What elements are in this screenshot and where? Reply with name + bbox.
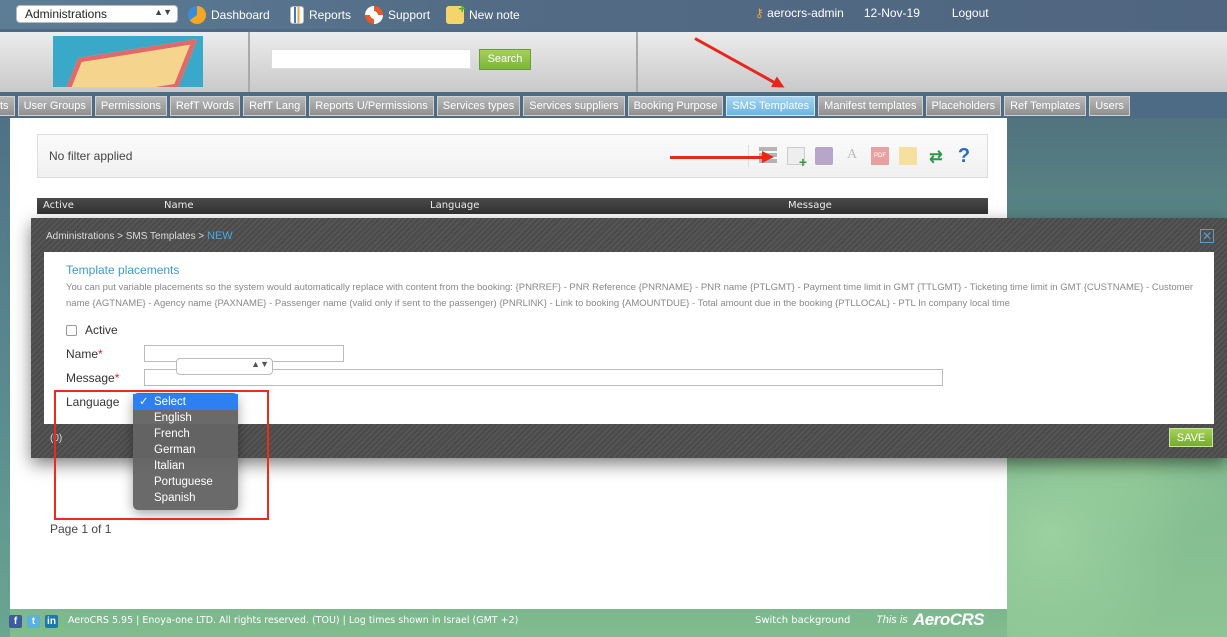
nav-new-note-label: New note — [469, 8, 520, 22]
active-checkbox[interactable] — [66, 325, 77, 337]
annotation-arrow-add — [670, 151, 774, 163]
tab-services-suppliers[interactable]: Services suppliers — [523, 96, 625, 116]
tab-ref-templates[interactable]: Ref Templates — [1004, 96, 1087, 116]
nav-dashboard[interactable]: Dashboard — [188, 6, 270, 24]
nav-support[interactable]: Support — [365, 6, 430, 24]
footer: f t in AeroCRS 5.95 | Enoya-one LTD. All… — [0, 610, 1227, 634]
filter-status: No filter applied — [49, 149, 133, 163]
column-language[interactable]: Language — [430, 198, 479, 214]
search-button[interactable]: Search — [479, 49, 531, 70]
username: aerocrs-admin — [767, 6, 844, 20]
module-select[interactable]: Administrations ▲▼ — [16, 5, 178, 23]
language-select[interactable]: ▲▼ — [176, 358, 273, 375]
name-label-row: Name* — [66, 347, 103, 361]
module-select-value: Administrations — [25, 7, 108, 21]
placements-description: You can put variable placements so the s… — [66, 282, 1194, 309]
column-name[interactable]: Name — [164, 198, 194, 214]
user-link[interactable]: ⚷ aerocrs-admin — [755, 6, 844, 20]
nav-new-note[interactable]: New note — [446, 1, 520, 24]
support-icon — [365, 6, 383, 24]
new-note-icon — [446, 1, 466, 24]
tab-reft-words[interactable]: RefT Words — [169, 96, 241, 116]
header: Search — [0, 32, 1227, 92]
nav-dashboard-label: Dashboard — [211, 8, 270, 22]
annotation-highlight-box — [54, 390, 269, 520]
breadcrumb-current: NEW — [207, 230, 233, 242]
current-date: 12-Nov-19 — [863, 6, 920, 20]
tab-services-types[interactable]: Services types — [436, 96, 521, 116]
tab-booking-purpose[interactable]: Booking Purpose — [627, 96, 724, 116]
tab-users[interactable]: Users — [1089, 96, 1130, 116]
select-arrows-icon: ▲▼ — [154, 7, 172, 17]
page-background-left — [0, 118, 10, 637]
search-area: Search — [250, 32, 638, 92]
footer-info: AeroCRS 5.95 | Enoya-one LTD. All rights… — [68, 615, 519, 626]
help-icon[interactable]: ? — [955, 146, 973, 166]
tab-sms-templates[interactable]: SMS Templates — [726, 96, 816, 116]
tab-permissions[interactable]: Permissions — [94, 96, 167, 116]
aerocrs-logo: AeroCRS — [913, 610, 985, 629]
required-mark: * — [114, 371, 120, 385]
column-active[interactable]: Active — [43, 198, 74, 214]
active-row[interactable]: Active — [66, 323, 118, 337]
refresh-icon[interactable]: ⇄ — [927, 147, 945, 166]
tab-placeholders[interactable]: Placeholders — [925, 96, 1002, 116]
admin-tabs: ts User Groups Permissions RefT Words RefT L… — [0, 96, 1130, 116]
dashboard-icon — [188, 6, 206, 24]
tab-reports-u-permissions[interactable]: Reports U/Permissions — [309, 96, 434, 116]
search-input[interactable] — [271, 49, 471, 69]
nav-reports[interactable]: Reports — [290, 6, 351, 24]
grid-header: Active Name Language Message — [37, 198, 988, 214]
active-label: Active — [85, 323, 118, 337]
top-bar: Administrations ▲▼ Dashboard Reports Sup… — [0, 0, 1227, 29]
section-title: Template placements — [66, 263, 180, 277]
email-icon[interactable] — [899, 147, 917, 165]
page-info: Page 1 of 1 — [50, 522, 112, 536]
twitter-icon[interactable]: t — [27, 615, 40, 628]
font-icon[interactable]: A — [843, 147, 861, 165]
tab-user-groups[interactable]: User Groups — [17, 96, 92, 116]
grid-toolbar: A PDF ⇄ ? — [748, 145, 973, 170]
company-logo — [53, 36, 203, 87]
print-icon[interactable] — [815, 147, 833, 165]
key-icon: ⚷ — [755, 6, 764, 20]
save-button[interactable]: SAVE — [1169, 428, 1213, 447]
add-new-icon[interactable] — [787, 147, 807, 170]
name-label: Name — [66, 347, 99, 361]
pdf-icon[interactable]: PDF — [871, 147, 889, 165]
facebook-icon[interactable]: f — [9, 615, 22, 628]
message-label-row: Message* — [66, 371, 119, 385]
close-icon[interactable]: ✕ — [1200, 229, 1214, 243]
tab-ts[interactable]: ts — [0, 96, 15, 116]
logout-link[interactable]: Logout — [952, 6, 989, 20]
linkedin-icon[interactable]: in — [45, 615, 58, 628]
modal-breadcrumb: Administrations > SMS Templates > NEW — [46, 230, 233, 242]
logo-cell — [0, 32, 250, 92]
switch-background-link[interactable]: Switch background — [755, 615, 850, 626]
nav-support-label: Support — [388, 8, 431, 22]
required-mark: * — [98, 347, 103, 361]
reports-icon — [290, 6, 304, 24]
filter-bar: No filter applied A PDF ⇄ ? — [37, 134, 988, 178]
message-label: Message — [66, 371, 115, 385]
column-message[interactable]: Message — [788, 198, 832, 214]
select-arrows-icon: ▲▼ — [251, 359, 269, 369]
tab-reft-lang[interactable]: RefT Lang — [243, 96, 307, 116]
this-is-label: This is — [876, 614, 908, 626]
tab-manifest-templates[interactable]: Manifest templates — [818, 96, 923, 116]
breadcrumb-path: Administrations > SMS Templates > — [46, 231, 207, 242]
nav-reports-label: Reports — [309, 8, 352, 22]
